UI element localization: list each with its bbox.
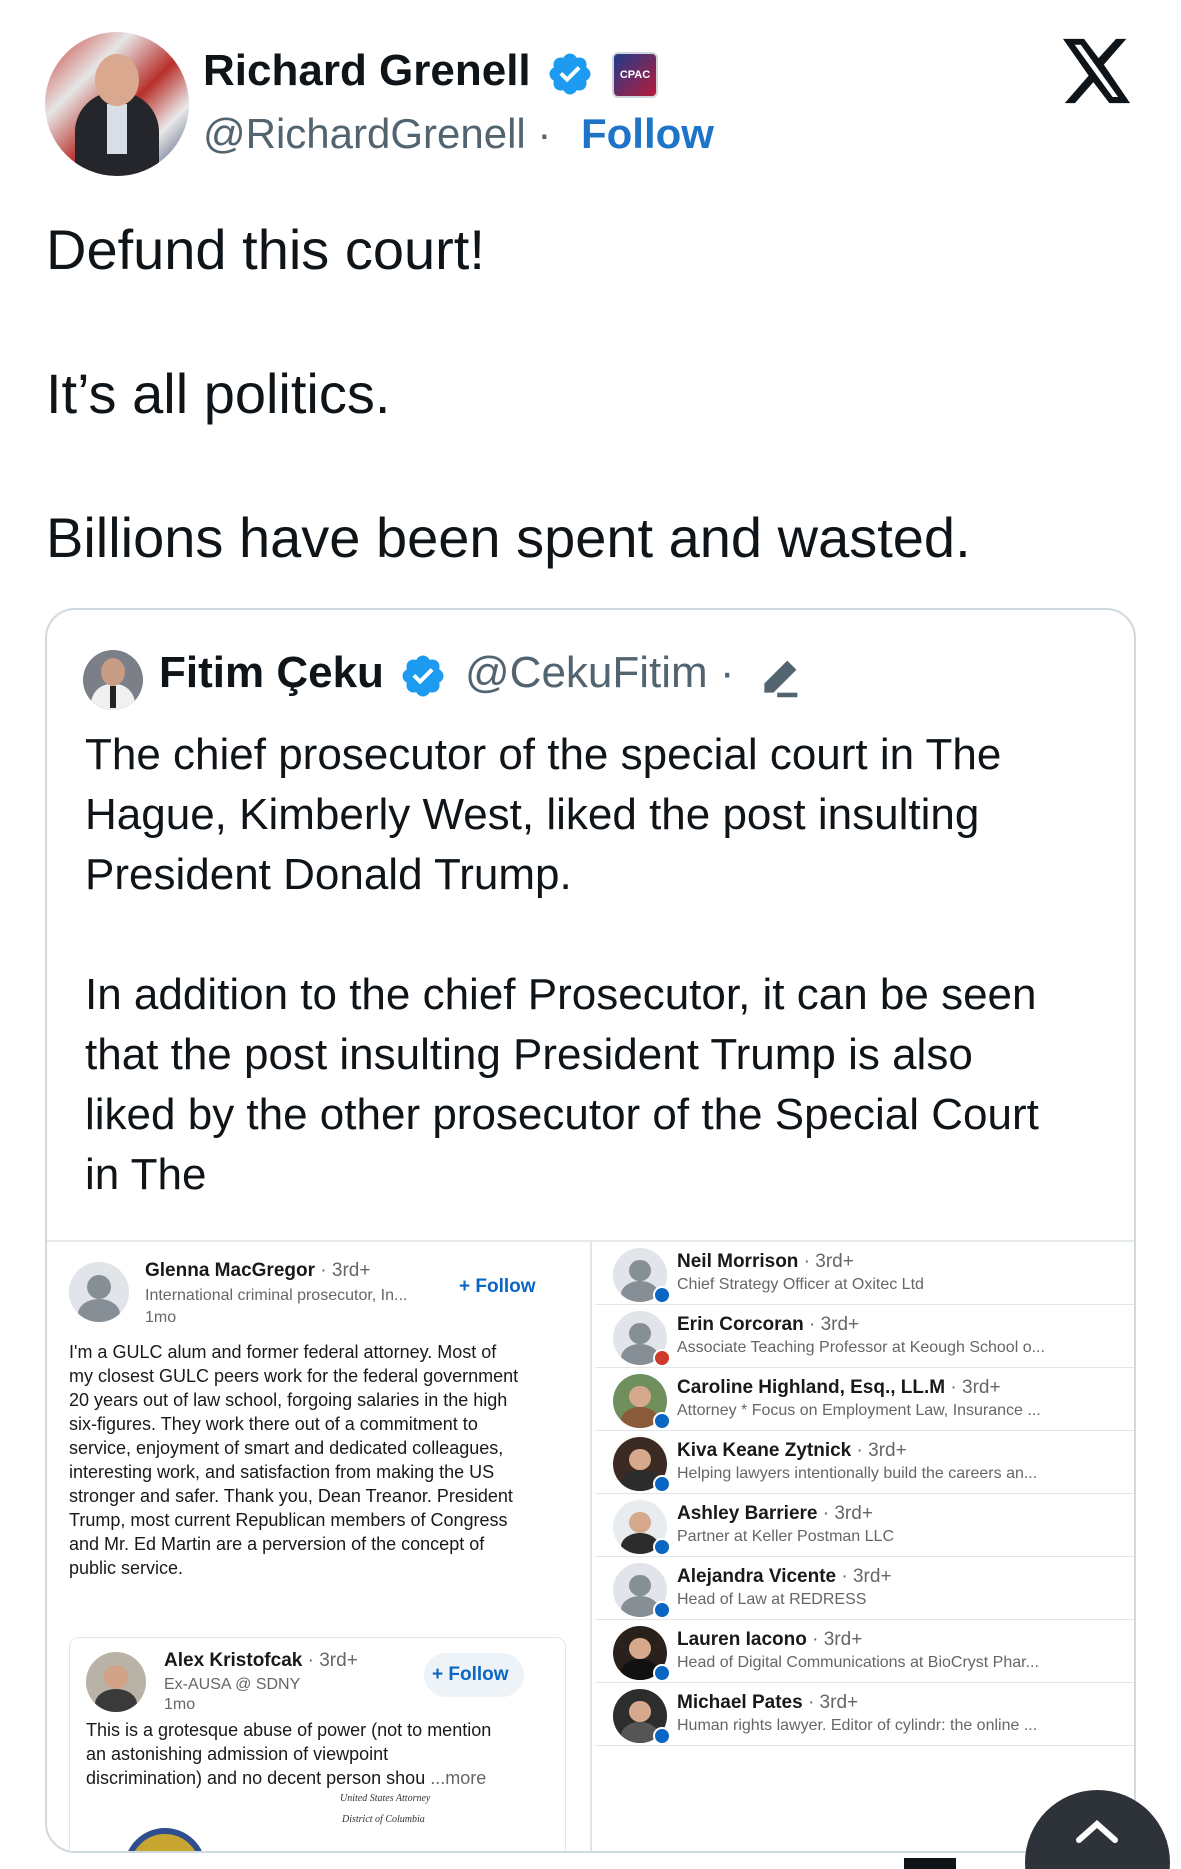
linkedin-comment-panel: Glenna MacGregor · 3rd+ International cr… [47, 1242, 592, 1851]
author-name[interactable]: Richard Grenell [203, 46, 531, 96]
liker-row: Kiva Keane Zytnick · 3rd+ Helping lawyer… [595, 1431, 1134, 1494]
reaction-like-icon [653, 1412, 671, 1430]
quote-text-line: in The [85, 1150, 207, 1199]
liker-title: Attorney * Focus on Employment Law, Insu… [677, 1402, 1041, 1419]
reply-avatar [86, 1652, 146, 1712]
reply-line: This is a grotesque abuse of power (not … [86, 1720, 492, 1740]
comment-line: service, enjoyment of smart and dedicate… [69, 1438, 504, 1458]
reaction-like-icon [653, 1727, 671, 1745]
embedded-screenshot: Glenna MacGregor · 3rd+ International cr… [47, 1240, 1134, 1851]
quote-text-line: liked by the other prosecutor of the Spe… [85, 1090, 1039, 1139]
liker-name: Erin Corcoran · 3rd+ [677, 1314, 860, 1335]
reply-time: 1mo [164, 1696, 196, 1713]
home-indicator [904, 1858, 956, 1869]
comment-line: Trump, most current Republican members o… [69, 1510, 508, 1530]
comment-line: and Mr. Ed Martin are a perversion of th… [69, 1534, 485, 1554]
quote-author-name[interactable]: Fitim Çeku [159, 648, 384, 698]
x-logo-icon[interactable] [1063, 38, 1133, 104]
liker-row: Michael Pates · 3rd+ Human rights lawyer… [595, 1683, 1134, 1746]
author-handle: @RichardGrenell · [203, 110, 552, 157]
liker-row: Erin Corcoran · 3rd+ Associate Teaching … [595, 1305, 1134, 1368]
comment-line: six-figures. They work there out of a co… [69, 1414, 478, 1434]
quote-author-handle: @CekuFitim · [465, 648, 735, 697]
comment-line: I'm a GULC alum and former federal attor… [69, 1342, 497, 1362]
comment-line: interesting work, and satisfaction from … [69, 1462, 495, 1482]
liker-name: Neil Morrison · 3rd+ [677, 1251, 854, 1272]
author-avatar[interactable] [45, 32, 189, 176]
liker-title: Associate Teaching Professor at Keough S… [677, 1339, 1045, 1356]
commenter-name: Glenna MacGregor · 3rd+ [145, 1260, 371, 1281]
liker-name: Michael Pates · 3rd+ [677, 1692, 859, 1713]
edit-pencil-icon [764, 660, 798, 698]
commenter-follow-button: + Follow [459, 1276, 536, 1297]
document-header-line: United States Attorney [340, 1793, 431, 1804]
verified-badge-icon [549, 53, 591, 95]
liker-name: Ashley Barriere · 3rd+ [677, 1503, 873, 1524]
cpac-badge: CPAC [612, 52, 658, 98]
liker-title: Human rights lawyer. Editor of cylindr: … [677, 1717, 1038, 1734]
liker-title: Head of Digital Communications at BioCry… [677, 1654, 1039, 1671]
comment-line: 20 years out of law school, forgoing sal… [69, 1390, 508, 1410]
liker-title: Partner at Keller Postman LLC [677, 1528, 894, 1545]
post-header: Richard Grenell CPAC @RichardGrenell · F… [0, 0, 1181, 200]
commenter-avatar [69, 1262, 129, 1322]
reply-author-name: Alex Kristofcak · 3rd+ [164, 1650, 358, 1671]
reply-line: discrimination) and no decent person sho… [86, 1768, 487, 1788]
liker-title: Helping lawyers intentionally build the … [677, 1465, 1038, 1482]
liker-name: Lauren Iacono · 3rd+ [677, 1629, 863, 1650]
liker-row: Ashley Barriere · 3rd+ Partner at Keller… [595, 1494, 1134, 1557]
reaction-like-icon [653, 1601, 671, 1619]
reaction-like-icon [653, 1664, 671, 1682]
quote-text-line: The chief prosecutor of the special cour… [85, 730, 1002, 779]
reply-follow-button: + Follow [432, 1664, 509, 1685]
verified-badge-icon [402, 655, 444, 697]
doj-seal-image [124, 1828, 206, 1851]
quoted-tweet-card[interactable]: Fitim Çeku @CekuFitim · The chief prosec… [45, 608, 1136, 1853]
comment-line: public service. [69, 1558, 184, 1578]
comment-time: 1mo [145, 1309, 177, 1326]
reply-line: an astonishing admission of viewpoint [86, 1744, 389, 1764]
liker-row: Alejandra Vicente · 3rd+ Head of Law at … [595, 1557, 1134, 1620]
liker-name: Caroline Highland, Esq., LL.M · 3rd+ [677, 1377, 1001, 1398]
reaction-like-icon [653, 1286, 671, 1304]
quote-text-line: that the post insulting President Trump … [85, 1030, 973, 1079]
reply-card: Alex Kristofcak · 3rd+ Ex-AUSA @ SDNY 1m… [69, 1637, 566, 1851]
reply-author-title: Ex-AUSA @ SDNY [164, 1676, 301, 1693]
tweet-text-line: It’s all politics. [46, 362, 391, 425]
quote-text-line: In addition to the chief Prosecutor, it … [85, 970, 1037, 1019]
document-header-line: District of Columbia [342, 1814, 425, 1825]
quote-text-line: President Donald Trump. [85, 850, 572, 899]
liker-name: Kiva Keane Zytnick · 3rd+ [677, 1440, 907, 1461]
tweet-text-line: Defund this court! [46, 218, 485, 281]
quote-text-line: Hague, Kimberly West, liked the post ins… [85, 790, 980, 839]
quote-author-avatar[interactable] [83, 650, 143, 710]
follow-button[interactable]: Follow [581, 110, 714, 158]
reaction-love-icon [653, 1349, 671, 1367]
liker-title: Head of Law at REDRESS [677, 1591, 867, 1608]
tweet-text-line: Billions have been spent and wasted. [46, 506, 971, 569]
liker-row: Neil Morrison · 3rd+ Chief Strategy Offi… [595, 1242, 1134, 1305]
commenter-title: International criminal prosecutor, In... [145, 1287, 408, 1304]
liker-row: Caroline Highland, Esq., LL.M · 3rd+ Att… [595, 1368, 1134, 1431]
reaction-like-icon [653, 1538, 671, 1556]
comment-line: stronger and safer. Thank you, Dean Trea… [69, 1486, 513, 1506]
liker-row: Lauren Iacono · 3rd+ Head of Digital Com… [595, 1620, 1134, 1683]
linkedin-likers-list: Neil Morrison · 3rd+ Chief Strategy Offi… [595, 1242, 1134, 1851]
comment-line: my closest GULC peers work for the feder… [69, 1366, 519, 1386]
liker-title: Chief Strategy Officer at Oxitec Ltd [677, 1276, 924, 1293]
liker-name: Alejandra Vicente · 3rd+ [677, 1566, 892, 1587]
reaction-like-icon [653, 1475, 671, 1493]
chevron-up-icon [1076, 1820, 1118, 1843]
